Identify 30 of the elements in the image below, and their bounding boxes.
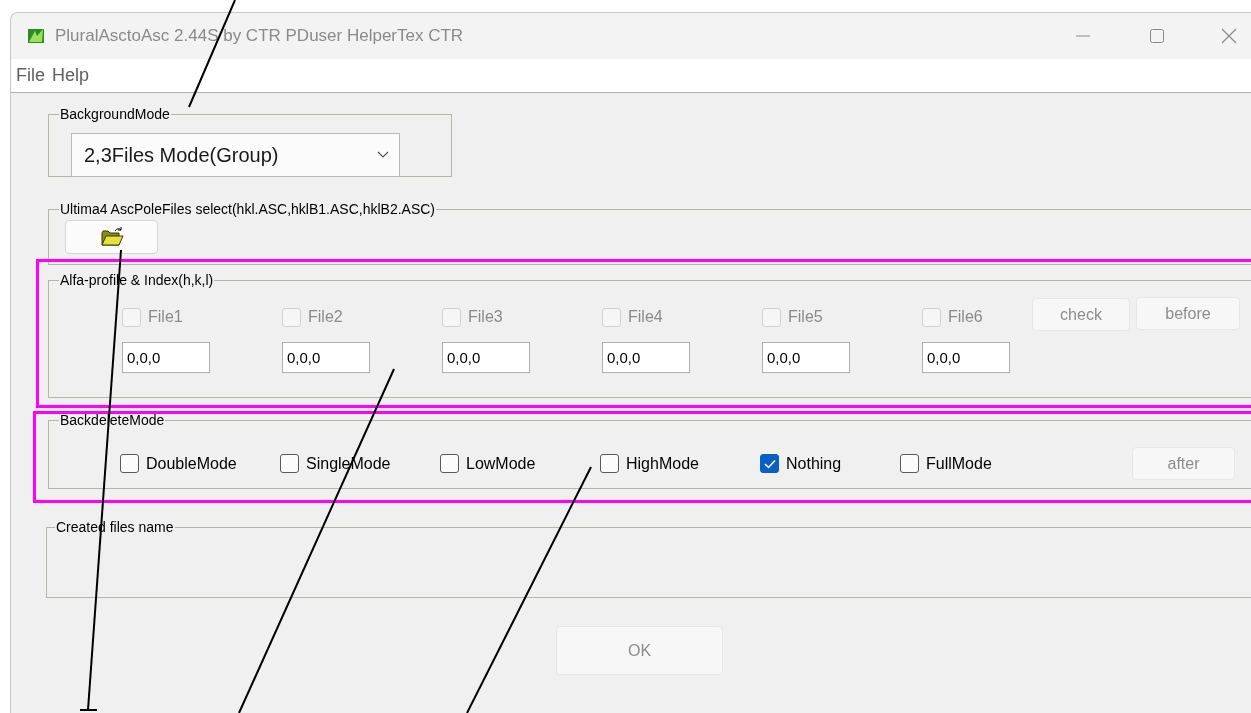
checkbox-label: File6 (948, 307, 983, 327)
app-icon (27, 27, 45, 45)
group-label: Ultima4 AscPoleFiles select(hkl.ASC,hklB1.ASC,hklB2.ASC) (59, 200, 437, 219)
checkbox-label: Nothing (786, 453, 842, 474)
open-folder-button[interactable] (65, 220, 158, 254)
group-label: BackgroundMode (59, 105, 171, 124)
checkbox[interactable] (440, 454, 459, 473)
window-title: PluralAsctoAsc 2.44S by CTR PDuser HelperTex CTR (55, 25, 464, 48)
checkbox[interactable] (600, 454, 619, 473)
checkbox-label: DoubleMode (146, 453, 237, 474)
close-icon[interactable] (1221, 28, 1237, 44)
checkbox-label: FullMode (926, 453, 992, 474)
mode-dropdown[interactable]: 2,3Files Mode(Group) (71, 133, 400, 177)
folder-icon (99, 227, 124, 247)
checkbox-label: File1 (148, 307, 183, 327)
checkbox[interactable] (120, 454, 139, 473)
checkbox-label: HighMode (626, 453, 699, 474)
chevron-down-icon (377, 151, 389, 159)
check-icon (763, 458, 776, 469)
checkbox[interactable] (280, 454, 299, 473)
menu-item[interactable]: File (16, 62, 45, 89)
checkbox[interactable] (900, 454, 919, 473)
menu-item[interactable]: Help (52, 62, 90, 89)
checkbox[interactable] (760, 454, 779, 473)
checkbox-label: LowMode (466, 453, 536, 474)
checkbox-label: File3 (468, 307, 503, 327)
checkbox-label: File4 (628, 307, 663, 327)
checkbox-label: File2 (308, 307, 343, 327)
checkbox-label: File5 (788, 307, 823, 327)
maximize-icon[interactable] (1149, 28, 1165, 44)
